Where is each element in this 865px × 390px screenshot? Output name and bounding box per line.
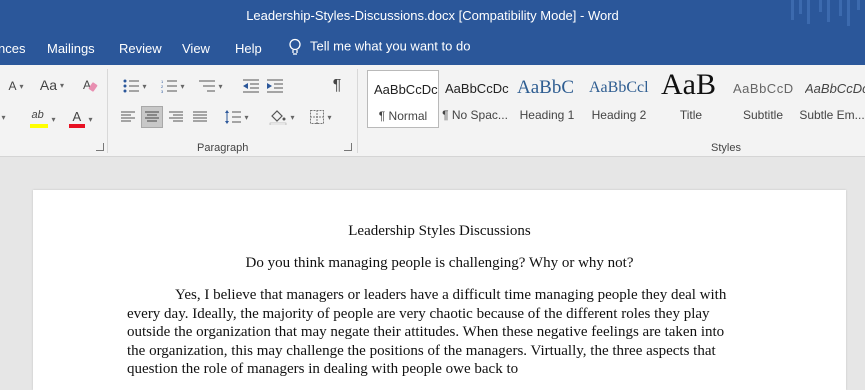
increase-indent-button[interactable] — [264, 75, 286, 97]
style-sample: AaB — [661, 70, 716, 101]
clear-formatting-button[interactable]: A — [80, 75, 100, 95]
svg-text:A: A — [83, 78, 91, 92]
style-sample: AaBbC — [517, 77, 574, 98]
chevron-down-icon: ▾ — [180, 81, 185, 91]
style-title[interactable]: AaB Title — [655, 70, 727, 128]
group-separator — [107, 69, 108, 153]
increase-indent-icon — [267, 79, 283, 93]
style-label: ¶ Normal — [378, 109, 428, 123]
eraser-icon: A — [83, 78, 98, 92]
align-left-button[interactable] — [117, 106, 139, 128]
show-marks-button[interactable]: ¶ — [326, 75, 348, 97]
align-left-icon — [121, 111, 135, 122]
numbering-button[interactable]: 123 ▾ — [156, 75, 190, 97]
align-center-button[interactable] — [141, 106, 163, 128]
numbered-list-icon: 123 — [161, 79, 178, 93]
highlight-letter: ab — [31, 109, 44, 121]
document-canvas[interactable]: Leadership Styles Discussions Do you thi… — [0, 157, 865, 390]
pilcrow-icon: ¶ — [332, 77, 342, 94]
style-label: Title — [679, 108, 703, 122]
chevron-down-icon: ▾ — [244, 112, 249, 122]
tab-review[interactable]: Review — [119, 41, 162, 56]
highlight-color-bar — [30, 124, 49, 128]
style-sample: AaBbCcDc — [374, 82, 438, 97]
align-right-icon — [169, 111, 183, 122]
style-label: Heading 2 — [591, 108, 647, 122]
tell-me-label: Tell me what you want to do — [310, 38, 471, 54]
style-heading-1[interactable]: AaBbC Heading 1 — [511, 70, 583, 128]
title-bar: Leadership-Styles-Discussions.docx [Comp… — [0, 0, 865, 33]
style-sample: AaBbCcDc — [445, 81, 509, 96]
decrease-indent-icon — [243, 79, 259, 93]
style-heading-2[interactable]: AaBbCcl Heading 2 — [583, 70, 655, 128]
paint-bucket-icon — [270, 110, 287, 125]
window-title: Leadership-Styles-Discussions.docx [Comp… — [246, 8, 619, 23]
shrink-font-button[interactable]: A ▾ — [8, 77, 24, 95]
style-sample: AaBbCcD — [733, 81, 794, 96]
style-normal[interactable]: AaBbCcDc ¶ Normal — [367, 70, 439, 128]
font-dialog-launcher[interactable] — [96, 143, 104, 151]
document-question: Do you think managing people is challeng… — [245, 255, 634, 271]
tell-me-box[interactable]: Tell me what you want to do — [288, 38, 470, 56]
bullet-list-icon — [123, 79, 140, 93]
borders-icon — [310, 110, 325, 124]
chevron-down-icon: ▾ — [51, 114, 56, 124]
style-label: Heading 1 — [519, 108, 575, 122]
tab-mailings[interactable]: Mailings — [47, 41, 95, 56]
font-color-button[interactable]: A ▾ — [64, 107, 98, 131]
style-sample: AaBbCcDc — [805, 81, 865, 96]
borders-button[interactable]: ▾ — [304, 106, 338, 128]
multilevel-list-button[interactable]: ▾ — [194, 75, 228, 97]
chevron-down-icon: ▾ — [327, 112, 332, 122]
tab-view[interactable]: View — [182, 41, 210, 56]
ribbon-tabs: nces Mailings Review View Help Tell me w… — [0, 33, 865, 65]
chevron-down-icon: ▾ — [88, 114, 93, 124]
group-separator — [357, 69, 358, 153]
chevron-down-icon: ▾ — [290, 112, 295, 122]
change-case-button[interactable]: Aa ▾ — [36, 75, 68, 95]
lightbulb-icon — [289, 38, 301, 55]
line-spacing-button[interactable]: ▾ — [220, 106, 254, 128]
style-label: Subtle Em... — [799, 108, 865, 122]
align-center-icon — [145, 111, 159, 122]
style-sample: AaBbCcl — [589, 79, 649, 96]
shading-button[interactable]: ▾ — [264, 106, 300, 128]
svg-text:3: 3 — [161, 89, 164, 93]
font-color-bar — [69, 124, 86, 128]
highlight-button[interactable]: ab ▾ — [26, 107, 60, 131]
decrease-indent-button[interactable] — [240, 75, 262, 97]
tab-references[interactable]: nces — [0, 41, 25, 56]
justify-icon — [193, 111, 207, 122]
font-color-letter: A — [72, 109, 82, 124]
bullets-button[interactable]: ▾ — [118, 75, 152, 97]
chevron-down-icon: ▾ — [142, 81, 147, 91]
document-paragraph: Yes, I believe that managers or leaders … — [127, 287, 727, 377]
chevron-down-icon: ▾ — [1, 112, 6, 122]
chevron-down-icon: ▾ — [19, 81, 24, 91]
chevron-down-icon: ▾ — [218, 81, 223, 91]
style-label: ¶ No Spac... — [442, 108, 508, 122]
tab-help[interactable]: Help — [235, 41, 262, 56]
paragraph-group-label: Paragraph — [197, 142, 249, 154]
style-subtitle[interactable]: AaBbCcD Subtitle — [727, 70, 799, 128]
change-case-label: Aa — [39, 77, 58, 93]
text-effects-button[interactable]: ▾ — [0, 107, 10, 127]
styles-group-label: Styles — [711, 142, 741, 154]
document-title: Leadership Styles Discussions — [348, 223, 531, 239]
multilevel-list-icon — [199, 80, 216, 92]
titlebar-pattern — [785, 0, 865, 33]
document-page[interactable]: Leadership Styles Discussions Do you thi… — [33, 190, 846, 390]
ribbon: A ▾ Aa ▾ A ▾ ab ▾ A ▾ ▾ 123 ▾ ▾ ¶ ▾ ▾ ▾ … — [0, 65, 865, 157]
line-spacing-icon — [225, 110, 242, 124]
paragraph-dialog-launcher[interactable] — [344, 143, 352, 151]
align-right-button[interactable] — [165, 106, 187, 128]
chevron-down-icon: ▾ — [60, 80, 65, 90]
justify-button[interactable] — [189, 106, 211, 128]
style-subtle-emphasis[interactable]: AaBbCcDc Subtle Em... — [799, 70, 865, 128]
style-no-spacing[interactable]: AaBbCcDc ¶ No Spac... — [439, 70, 511, 128]
shrink-font-letter: A — [8, 79, 17, 93]
style-label: Subtitle — [742, 108, 784, 122]
